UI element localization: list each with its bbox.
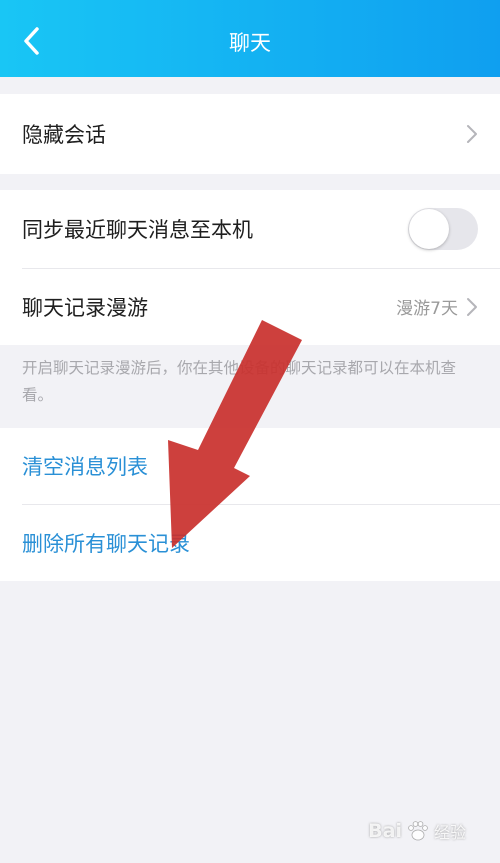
hide-chat-label: 隐藏会话 [22, 123, 106, 147]
top-nav-bar: 聊天 [0, 0, 500, 77]
chat-roaming-row[interactable]: 聊天记录漫游 漫游7天 [0, 268, 500, 345]
sync-toggle[interactable] [408, 208, 478, 250]
clear-message-list-button[interactable]: 清空消息列表 [22, 451, 148, 481]
hide-chat-section: 隐藏会话 [0, 94, 500, 174]
clear-message-list-row[interactable]: 清空消息列表 [0, 428, 500, 504]
chat-roaming-label: 聊天记录漫游 [22, 295, 148, 320]
delete-all-records-row[interactable]: 删除所有聊天记录 [0, 505, 500, 581]
hide-chat-row[interactable]: 隐藏会话 [0, 94, 500, 174]
paw-icon [408, 821, 428, 841]
roaming-description: 开启聊天记录漫游后，你在其他设备的聊天记录都可以在本机查看。 [22, 359, 457, 404]
sync-recent-row: 同步最近聊天消息至本机 [0, 190, 500, 268]
sync-recent-label: 同步最近聊天消息至本机 [22, 218, 253, 242]
watermark-text: 经验 [433, 823, 466, 842]
chevron-right-icon [467, 125, 477, 143]
watermark-brand: Bai [368, 820, 402, 842]
roaming-value: 漫游7天 [396, 299, 458, 319]
sync-roaming-section: 同步最近聊天消息至本机 聊天记录漫游 漫游7天 [0, 190, 500, 345]
baidu-watermark: Bai 经验 [368, 819, 466, 843]
page-title: 聊天 [229, 31, 271, 55]
delete-all-records-button[interactable]: 删除所有聊天记录 [22, 528, 190, 558]
toggle-knob [409, 209, 449, 249]
chevron-right-icon [467, 297, 477, 316]
clear-delete-section: 清空消息列表 删除所有聊天记录 [0, 428, 500, 581]
